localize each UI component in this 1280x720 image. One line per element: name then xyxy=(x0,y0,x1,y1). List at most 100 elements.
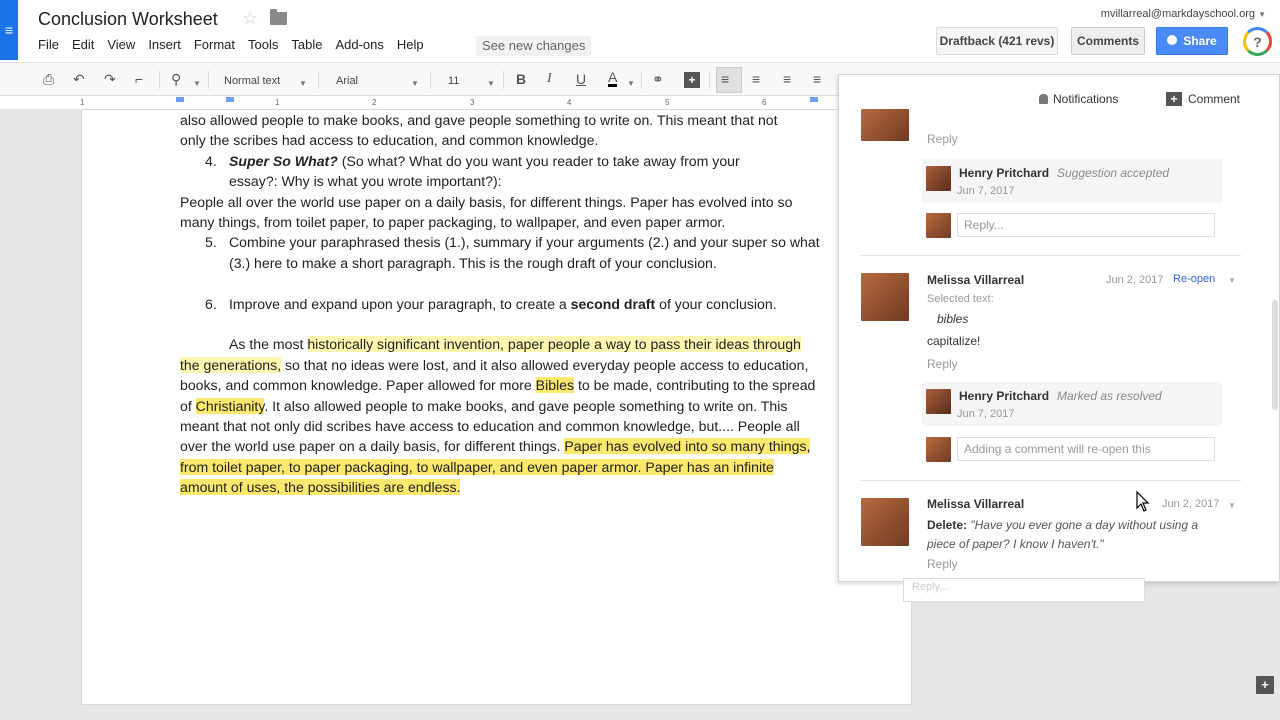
chevron-down-icon[interactable]: ▼ xyxy=(193,75,201,93)
insert-comment-icon[interactable]: + xyxy=(684,72,700,88)
user-email[interactable]: mvillarreal@markdayschool.org ▼ xyxy=(1101,8,1266,20)
list-item-4: 4. Super So What? (So what? What do you w… xyxy=(180,151,820,192)
align-center-icon[interactable]: ≡ xyxy=(752,70,760,88)
reply-input-behind: Reply... xyxy=(903,578,1145,602)
menu-format[interactable]: Format xyxy=(194,36,235,54)
chevron-down-icon: ▼ xyxy=(1258,10,1266,19)
item4-text-line2: essay?: Why is what you wrote important?… xyxy=(229,173,502,190)
undo-icon[interactable]: ↶ xyxy=(73,70,85,88)
notifications-label: Notifications xyxy=(1053,92,1119,106)
link-icon[interactable]: ⚭ xyxy=(652,70,664,88)
list-item-5: 5. Combine your paraphrased thesis (1.), … xyxy=(180,232,820,273)
commenter-name: Henry Pritchard xyxy=(959,166,1050,180)
menu-edit[interactable]: Edit xyxy=(72,36,94,54)
chevron-down-icon[interactable]: ▼ xyxy=(627,75,635,93)
avatar xyxy=(926,389,951,414)
toolbar-divider xyxy=(503,71,504,89)
draftback-button[interactable]: Draftback (421 revs) xyxy=(936,27,1058,55)
divider xyxy=(861,480,1241,481)
font-size-select[interactable]: 11 xyxy=(448,72,459,90)
comment-status: Suggestion accepted xyxy=(1057,166,1170,180)
chevron-down-icon[interactable]: ▼ xyxy=(487,75,495,93)
notifications-button[interactable]: Notifications xyxy=(1039,92,1118,106)
print-icon[interactable]: ⎙ xyxy=(43,70,54,88)
menu-file[interactable]: File xyxy=(38,36,59,54)
item5-text: Combine your paraphrased thesis (1.), su… xyxy=(229,234,820,271)
folder-icon[interactable] xyxy=(270,9,287,25)
align-left-icon[interactable]: ≡ xyxy=(721,70,729,88)
menu-table[interactable]: Table xyxy=(291,36,322,54)
hamburger-icon[interactable]: ≡ xyxy=(0,0,18,60)
commenter-name: Melissa Villarreal xyxy=(927,273,1025,287)
document-page[interactable]: also allowed people to make books, and g… xyxy=(82,110,911,704)
add-comment-button[interactable]: + Comment xyxy=(1166,92,1240,106)
menu-help[interactable]: Help xyxy=(397,36,424,54)
see-new-changes-link[interactable]: See new changes xyxy=(476,36,592,56)
comment-status: Marked as resolved xyxy=(1057,389,1162,403)
toolbar-divider xyxy=(318,71,319,89)
underline-icon[interactable]: U xyxy=(576,70,586,88)
reply-input[interactable]: Adding a comment will re-open this xyxy=(957,437,1215,461)
reply-input[interactable]: Reply... xyxy=(957,213,1215,237)
item4-text: (So what? What do you want you reader to… xyxy=(337,152,740,169)
right-indent-marker[interactable] xyxy=(810,97,818,102)
share-label: Share xyxy=(1183,34,1217,48)
item6-bold: second draft xyxy=(570,295,656,312)
comments-panel: Notifications + Comment Reply Henry Pritc… xyxy=(838,74,1280,582)
help-icon[interactable]: ? xyxy=(1243,27,1272,56)
first-line-indent-marker[interactable] xyxy=(226,97,234,102)
doc-title[interactable]: Conclusion Worksheet xyxy=(38,9,218,30)
chevron-down-icon[interactable]: ▼ xyxy=(1228,501,1236,510)
menu-view[interactable]: View xyxy=(107,36,135,54)
justify-icon[interactable]: ≡ xyxy=(813,70,821,88)
avatar xyxy=(861,273,909,321)
paint-format-icon[interactable]: ⌐ xyxy=(135,70,143,88)
list-number: 5. xyxy=(205,234,217,251)
comments-button[interactable]: Comments xyxy=(1071,27,1145,55)
align-right-icon[interactable]: ≡ xyxy=(783,70,791,88)
doc-line: also allowed people to make books, and g… xyxy=(180,112,778,128)
font-select[interactable]: Arial xyxy=(336,72,358,90)
text-color-icon[interactable]: A xyxy=(608,70,618,87)
chevron-down-icon[interactable]: ▼ xyxy=(411,75,419,93)
zoom-icon[interactable]: ⚲ xyxy=(171,70,181,88)
highlight-christianity[interactable]: Christianity xyxy=(195,397,265,414)
suggestion-label: Delete: xyxy=(927,518,968,532)
ruler-number: 3 xyxy=(470,98,475,107)
style-select[interactable]: Normal text xyxy=(224,72,280,90)
item6-text: Improve and expand upon your paragraph, … xyxy=(229,295,571,312)
reply-link[interactable]: Reply xyxy=(927,557,958,571)
reply-link[interactable]: Reply xyxy=(927,357,958,371)
chevron-down-icon[interactable]: ▼ xyxy=(299,75,307,93)
user-email-text: mvillarreal@markdayschool.org xyxy=(1100,8,1256,20)
toolbar-divider xyxy=(641,71,642,89)
commenter-name: Henry Pritchard xyxy=(959,389,1050,403)
reopen-link[interactable]: Re-open xyxy=(1173,273,1215,285)
highlight-bibles[interactable]: Bibles xyxy=(535,377,575,394)
toolbar-divider xyxy=(709,71,710,89)
chevron-down-icon[interactable]: ▼ xyxy=(1228,276,1236,285)
scrollbar[interactable] xyxy=(1272,300,1278,410)
star-icon[interactable]: ☆ xyxy=(242,8,258,29)
ruler-number: 2 xyxy=(372,98,377,107)
bell-icon xyxy=(1039,94,1048,104)
bold-icon[interactable]: B xyxy=(516,70,526,88)
menu-tools[interactable]: Tools xyxy=(248,36,278,54)
avatar xyxy=(926,437,951,462)
share-button[interactable]: Share xyxy=(1156,27,1228,55)
comment-date: Jun 7, 2017 xyxy=(957,408,1015,420)
left-indent-marker[interactable] xyxy=(176,97,184,102)
doc-line: only the scribes had access to education… xyxy=(180,132,599,149)
menu-bar: File Edit View Insert Format Tools Table… xyxy=(38,36,437,54)
explore-icon[interactable]: + xyxy=(1256,676,1274,694)
avatar xyxy=(926,213,951,238)
reply-link[interactable]: Reply xyxy=(927,132,958,146)
ruler[interactable]: 1 1 2 3 4 5 6 xyxy=(0,96,838,110)
redo-icon[interactable]: ↷ xyxy=(104,70,116,88)
menu-addons[interactable]: Add-ons xyxy=(335,36,383,54)
italic-icon[interactable]: I xyxy=(547,70,552,88)
menu-insert[interactable]: Insert xyxy=(148,36,181,54)
toolbar-divider xyxy=(208,71,209,89)
document-body[interactable]: also allowed people to make books, and g… xyxy=(180,110,820,498)
